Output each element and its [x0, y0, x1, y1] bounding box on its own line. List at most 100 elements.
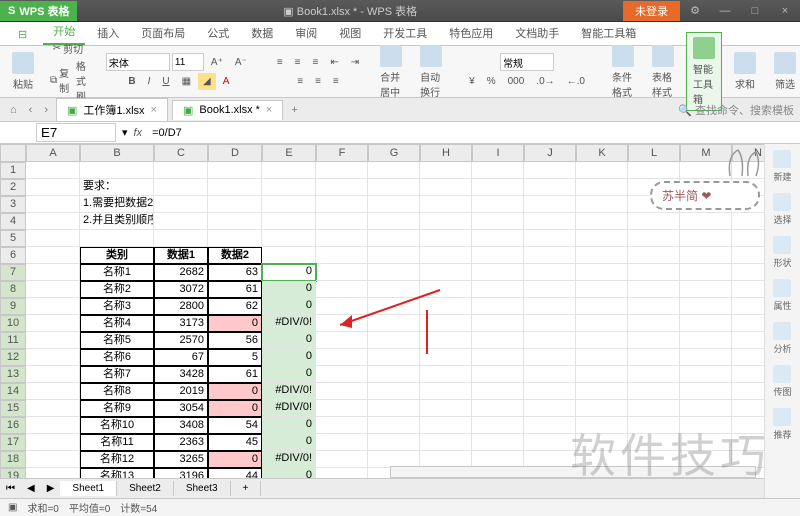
cell-r15c0[interactable] [26, 400, 80, 417]
cell-r15c1[interactable]: 名称9 [80, 400, 154, 417]
cell-r12c11[interactable] [628, 349, 680, 366]
cell-r6c11[interactable] [628, 247, 680, 264]
cell-r17c3[interactable]: 45 [208, 434, 262, 451]
cell-r6c5[interactable] [316, 247, 368, 264]
cell-r7c12[interactable] [680, 264, 732, 281]
indent-dec-icon[interactable]: ⇤ [325, 54, 343, 71]
cell-r1c5[interactable] [316, 162, 368, 179]
rp-new[interactable]: 新建 [773, 150, 791, 183]
row-header-4[interactable]: 4 [0, 213, 26, 230]
copy-button[interactable]: 复制 [59, 65, 69, 95]
tab-formula[interactable]: 公式 [197, 21, 239, 45]
cell-r5c1[interactable] [80, 230, 154, 247]
cell-r17c0[interactable] [26, 434, 80, 451]
cell-r7c4[interactable]: 0 [262, 264, 316, 281]
cell-r13c1[interactable]: 名称7 [80, 366, 154, 383]
cell-r15c8[interactable] [472, 400, 524, 417]
sheet-nav-next-icon[interactable]: ▶ [41, 483, 61, 494]
comma-icon[interactable]: 000 [503, 73, 530, 90]
cell-r7c3[interactable]: 63 [208, 264, 262, 281]
underline-icon[interactable]: U [157, 73, 174, 90]
cell-r10c0[interactable] [26, 315, 80, 332]
col-header-C[interactable]: C [154, 144, 208, 162]
cell-r8c4[interactable]: 0 [262, 281, 316, 298]
row-header-13[interactable]: 13 [0, 366, 26, 383]
cell-r14c2[interactable]: 2019 [154, 383, 208, 400]
cell-r9c6[interactable] [368, 298, 420, 315]
cell-r13c5[interactable] [316, 366, 368, 383]
cell-r1c10[interactable] [576, 162, 628, 179]
cell-r14c1[interactable]: 名称8 [80, 383, 154, 400]
cell-r4c5[interactable] [316, 213, 368, 230]
col-header-G[interactable]: G [368, 144, 420, 162]
cell-r8c9[interactable] [524, 281, 576, 298]
smart-toolbox-button[interactable]: 智能工具箱 [686, 32, 722, 111]
cell-r16c12[interactable] [680, 417, 732, 434]
dec-dec-icon[interactable]: ←.0 [562, 73, 590, 90]
cell-r9c4[interactable]: 0 [262, 298, 316, 315]
doc-tab-1[interactable]: ▣工作簿1.xlsx× [56, 98, 168, 121]
cell-r16c8[interactable] [472, 417, 524, 434]
cell-r9c8[interactable] [472, 298, 524, 315]
cell-r16c10[interactable] [576, 417, 628, 434]
cell-r3c3[interactable] [208, 196, 262, 213]
cell-r7c8[interactable] [472, 264, 524, 281]
cell-r5c7[interactable] [420, 230, 472, 247]
cell-r8c11[interactable] [628, 281, 680, 298]
fn-cancel-icon[interactable]: ▾ [122, 126, 128, 139]
cell-r9c9[interactable] [524, 298, 576, 315]
cell-r6c4[interactable] [262, 247, 316, 264]
cell-r14c5[interactable] [316, 383, 368, 400]
cell-r10c13[interactable] [732, 315, 764, 332]
nav-home-icon[interactable]: ⌂ [6, 104, 21, 116]
cell-r3c7[interactable] [420, 196, 472, 213]
cell-r17c9[interactable] [524, 434, 576, 451]
cell-r15c4[interactable]: #DIV/0! [262, 400, 316, 417]
cell-r12c5[interactable] [316, 349, 368, 366]
cell-r10c10[interactable] [576, 315, 628, 332]
cell-r3c8[interactable] [472, 196, 524, 213]
rp-shape[interactable]: 形状 [773, 236, 791, 269]
align-bot-icon[interactable]: ≡ [308, 54, 324, 71]
row-header-18[interactable]: 18 [0, 451, 26, 468]
name-box[interactable] [36, 123, 116, 142]
cell-r13c7[interactable] [420, 366, 472, 383]
cell-r16c9[interactable] [524, 417, 576, 434]
cell-r12c13[interactable] [732, 349, 764, 366]
tab-review[interactable]: 审阅 [285, 21, 327, 45]
cell-r17c7[interactable] [420, 434, 472, 451]
command-search[interactable]: 🔍 查找命令、搜索模板 [678, 102, 794, 118]
cell-r7c11[interactable] [628, 264, 680, 281]
cell-r7c7[interactable] [420, 264, 472, 281]
cell-r13c11[interactable] [628, 366, 680, 383]
cell-r15c7[interactable] [420, 400, 472, 417]
rp-upload[interactable]: 传图 [773, 365, 791, 398]
cell-r6c2[interactable]: 数据1 [154, 247, 208, 264]
cell-r12c12[interactable] [680, 349, 732, 366]
cell-r10c12[interactable] [680, 315, 732, 332]
dec-inc-icon[interactable]: .0→ [531, 73, 559, 90]
cell-r3c6[interactable] [368, 196, 420, 213]
cell-r8c8[interactable] [472, 281, 524, 298]
cell-r5c5[interactable] [316, 230, 368, 247]
maximize-icon[interactable]: □ [740, 5, 770, 17]
cell-r11c1[interactable]: 名称5 [80, 332, 154, 349]
cell-r18c2[interactable]: 3265 [154, 451, 208, 468]
cell-r15c2[interactable]: 3054 [154, 400, 208, 417]
align-right-icon[interactable]: ≡ [328, 73, 344, 90]
file-menu[interactable]: ⊟ [8, 24, 37, 45]
cell-r8c6[interactable] [368, 281, 420, 298]
cell-r10c11[interactable] [628, 315, 680, 332]
indent-inc-icon[interactable]: ⇥ [346, 54, 364, 71]
bold-icon[interactable]: B [123, 73, 140, 90]
cell-r2c0[interactable] [26, 179, 80, 196]
border-icon[interactable]: ▦ [177, 73, 196, 90]
wrap-button[interactable]: 自动换行 [414, 43, 448, 101]
cell-r5c0[interactable] [26, 230, 80, 247]
cell-r8c5[interactable] [316, 281, 368, 298]
cell-r5c6[interactable] [368, 230, 420, 247]
cell-r17c10[interactable] [576, 434, 628, 451]
rp-select[interactable]: 选择 [773, 193, 791, 226]
cell-r17c4[interactable]: 0 [262, 434, 316, 451]
cell-r17c6[interactable] [368, 434, 420, 451]
